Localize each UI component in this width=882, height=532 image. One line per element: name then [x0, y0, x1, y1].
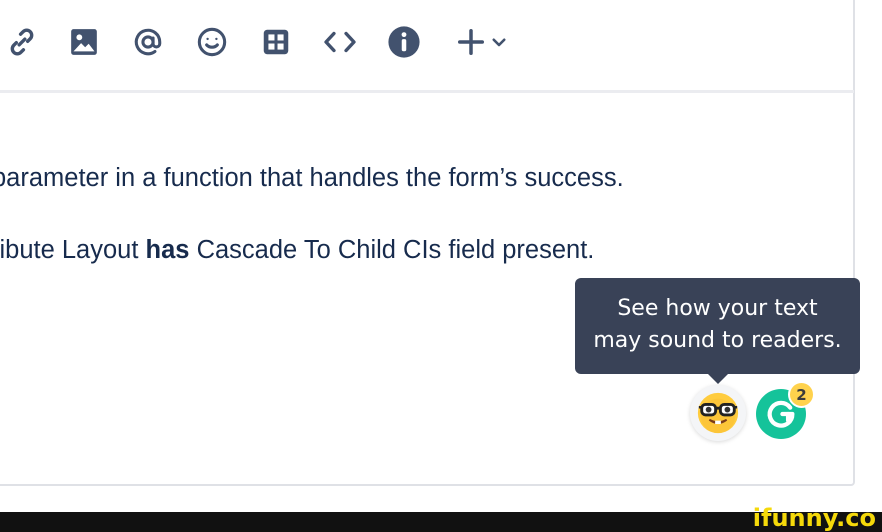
tooltip-line-1: See how your text [617, 296, 818, 321]
link-icon [10, 28, 34, 56]
grammarly-suggestion-badge: 2 [788, 381, 815, 408]
paragraph-1[interactable]: parameter in a function that handles the… [0, 162, 624, 194]
code-button[interactable] [320, 22, 360, 62]
paragraph-2-text-start: ribute Layout [0, 236, 146, 264]
plus-icon [458, 29, 484, 55]
code-icon [324, 31, 356, 53]
chevron-down-icon [492, 38, 506, 47]
watermark-bar [0, 512, 882, 532]
tone-tooltip: See how your text may sound to readers. [575, 278, 860, 374]
info-button[interactable] [384, 22, 424, 62]
image-icon [71, 29, 97, 55]
paragraph-2[interactable]: ribute Layout has Cascade To Child CIs f… [0, 234, 594, 266]
mention-icon [134, 28, 162, 56]
image-button[interactable] [66, 22, 102, 62]
tone-detector-button[interactable] [690, 385, 746, 441]
link-button[interactable] [2, 22, 42, 62]
bold-text: has [145, 236, 190, 264]
tooltip-line-2: may sound to readers. [593, 328, 842, 353]
toolbar-divider [0, 90, 854, 93]
table-icon [263, 29, 289, 55]
table-button[interactable] [258, 22, 294, 62]
emoji-button[interactable] [192, 22, 232, 62]
mention-button[interactable] [128, 22, 168, 62]
nerd-face-emoji-icon [697, 392, 739, 434]
paragraph-2-text-end: Cascade To Child CIs field present. [189, 236, 595, 264]
insert-more-button[interactable] [450, 22, 514, 62]
info-icon [388, 26, 420, 58]
tooltip-arrow [707, 373, 729, 384]
watermark-logo: ifunny.co [752, 504, 876, 532]
editor-toolbar [0, 0, 854, 93]
emoji-icon [197, 27, 227, 57]
